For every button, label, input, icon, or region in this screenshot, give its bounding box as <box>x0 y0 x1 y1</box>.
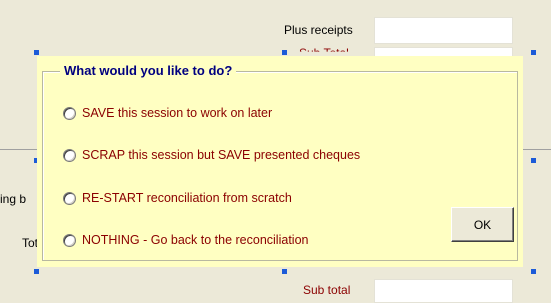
left-cut-label-1: ing b <box>0 192 27 206</box>
option-label: SAVE this session to work on later <box>82 106 273 120</box>
selection-handle[interactable] <box>531 269 536 274</box>
dialog-title: What would you like to do? <box>60 63 237 78</box>
option-save-session[interactable]: SAVE this session to work on later <box>63 106 272 120</box>
option-restart-reconciliation[interactable]: RE-START reconciliation from scratch <box>63 191 292 205</box>
selection-handle[interactable] <box>531 158 536 163</box>
selection-handle[interactable] <box>34 50 39 55</box>
sub-total-label-bottom: Sub total <box>303 283 351 297</box>
selection-handle[interactable] <box>282 50 287 55</box>
sub-total-field-bottom[interactable] <box>374 279 513 303</box>
radio-button[interactable] <box>63 106 76 120</box>
selection-handle[interactable] <box>34 269 39 274</box>
plus-receipts-label: Plus receipts <box>284 23 353 37</box>
action-dialog: What would you like to do? SAVE this ses… <box>37 56 523 267</box>
radio-button[interactable] <box>63 233 76 247</box>
option-label: SCRAP this session but SAVE presented ch… <box>82 148 361 162</box>
option-scrap-session[interactable]: SCRAP this session but SAVE presented ch… <box>63 148 360 162</box>
option-label: NOTHING - Go back to the reconciliation <box>82 233 309 247</box>
left-cut-label-2: Tot <box>22 236 39 250</box>
option-go-back[interactable]: NOTHING - Go back to the reconciliation <box>63 233 308 247</box>
plus-receipts-field[interactable] <box>374 17 513 44</box>
option-label: RE-START reconciliation from scratch <box>82 191 292 205</box>
radio-button[interactable] <box>63 191 76 205</box>
radio-button[interactable] <box>63 148 76 162</box>
selection-handle[interactable] <box>531 50 536 55</box>
selection-handle[interactable] <box>282 269 287 274</box>
ok-button[interactable]: OK <box>451 207 514 242</box>
